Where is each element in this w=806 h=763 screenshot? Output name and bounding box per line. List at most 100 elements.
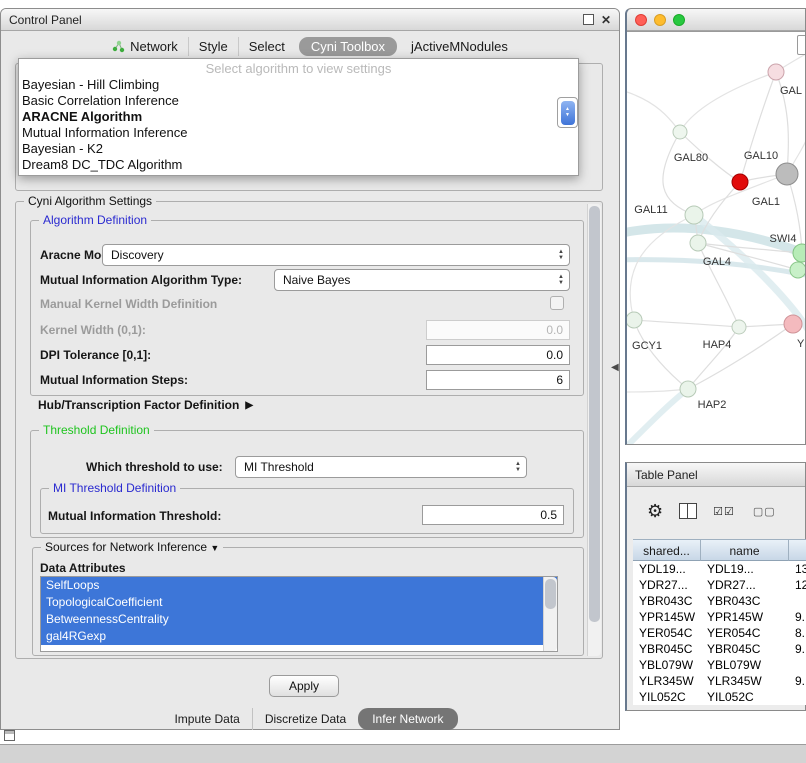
settings-group-title: Cyni Algorithm Settings <box>24 194 156 208</box>
node-gal4[interactable] <box>690 235 706 251</box>
table-row[interactable]: YBR045C YBR045C 9. <box>633 641 806 657</box>
close-icon[interactable]: ✕ <box>601 14 611 26</box>
mi-type-value: Naive Bayes <box>283 273 350 287</box>
which-threshold-value: MI Threshold <box>244 460 314 474</box>
network-window-titlebar[interactable] <box>627 9 805 31</box>
settings-scrollbar[interactable] <box>587 204 601 656</box>
cell: YBR045C <box>701 641 789 657</box>
node-label: HAP2 <box>698 399 727 411</box>
kernel-width-label: Kernel Width (0,1): <box>40 322 146 338</box>
algorithm-combo-stepper[interactable]: ▲▼ <box>557 97 578 128</box>
close-button[interactable] <box>635 14 647 26</box>
menu-item[interactable]: Basic Correlation Inference <box>19 93 578 109</box>
menu-item[interactable]: Mutual Information Inference <box>19 125 578 141</box>
node-mid[interactable] <box>732 320 746 334</box>
network-canvas[interactable]: GAL GAL80 GAL10 GAL11 GAL1 SWI4 GAL4 GCY… <box>627 31 805 444</box>
select-all-checkboxes-icon[interactable]: ☑☑ <box>713 505 735 518</box>
algorithm-placeholder: Select algorithm to view settings <box>19 61 578 77</box>
column-header[interactable]: shared... <box>633 539 701 561</box>
aracne-mode-combo[interactable]: Discovery ▲▼ <box>102 244 570 266</box>
manual-kernel-checkbox[interactable] <box>550 296 564 310</box>
menu-item[interactable]: Dream8 DC_TDC Algorithm <box>19 157 578 173</box>
node-gcy1[interactable] <box>627 312 642 328</box>
column-header[interactable] <box>789 539 806 561</box>
attributes-scrollbar-thumb[interactable] <box>545 579 556 609</box>
node-gal11[interactable] <box>685 206 703 224</box>
node-gray[interactable] <box>776 163 798 185</box>
tab-label: Network <box>130 39 178 54</box>
docked-window-icon[interactable] <box>4 730 15 741</box>
cell: YPR145W <box>633 609 701 625</box>
tab-cyni-toolbox[interactable]: Cyni Toolbox <box>299 37 397 56</box>
list-item[interactable]: gal4RGexp <box>41 628 557 645</box>
cell: YDL19... <box>701 561 789 577</box>
tab-jactivemnodules[interactable]: jActiveMNodules <box>401 37 518 56</box>
menu-item[interactable]: Bayesian - K2 <box>19 141 578 157</box>
list-item[interactable]: TopologicalCoefficient <box>41 594 557 611</box>
node-gal80[interactable] <box>673 125 687 139</box>
node-label: SWI4 <box>770 233 797 245</box>
attributes-scrollbar[interactable] <box>543 577 557 651</box>
settings-scrollbar-thumb[interactable] <box>589 206 600 622</box>
menu-item-selected[interactable]: ARACNE Algorithm <box>19 109 578 125</box>
network-toolbar-fragment[interactable] <box>797 35 805 55</box>
cell: 9. <box>789 609 806 625</box>
table-row[interactable]: YBL079W YBL079W <box>633 657 806 673</box>
algorithm-definition-title: Algorithm Definition <box>39 213 151 227</box>
which-threshold-label: Which threshold to use: <box>86 459 223 475</box>
kernel-width-field[interactable]: 0.0 <box>426 320 570 340</box>
sources-title-text: Sources for Network Inference <box>45 540 207 554</box>
node-hap2[interactable] <box>680 381 696 397</box>
dpi-tolerance-label: DPI Tolerance [0,1]: <box>40 347 151 363</box>
table-panel-titlebar[interactable]: Table Panel <box>627 463 805 487</box>
cell <box>789 689 806 705</box>
minimize-button[interactable] <box>654 14 666 26</box>
sources-group-title[interactable]: Sources for Network Inference ▼ <box>41 540 223 554</box>
dpi-tolerance-field[interactable]: 0.0 <box>426 345 570 365</box>
column-header[interactable]: name <box>701 539 789 561</box>
bottom-tab-bar: Impute Data Discretize Data Infer Networ… <box>1 708 619 730</box>
split-divider-arrow-icon[interactable]: ◀ <box>611 362 619 373</box>
tab-discretize-data[interactable]: Discretize Data <box>252 708 358 730</box>
apply-button[interactable]: Apply <box>269 675 339 697</box>
mi-threshold-field[interactable]: 0.5 <box>422 505 564 525</box>
cell: YER054C <box>701 625 789 641</box>
tab-style[interactable]: Style <box>188 37 238 56</box>
float-window-icon[interactable] <box>583 14 594 25</box>
zoom-button[interactable] <box>673 14 685 26</box>
table-row[interactable]: YLR345W YLR345W 9. <box>633 673 806 689</box>
gear-icon[interactable]: ⚙ <box>647 501 663 522</box>
tab-infer-network[interactable]: Infer Network <box>358 708 457 730</box>
table-row[interactable]: YDR27... YDR27... 12 <box>633 577 806 593</box>
control-panel-titlebar[interactable]: Control Panel ✕ <box>1 9 619 31</box>
table-row[interactable]: YIL052C YIL052C <box>633 689 806 705</box>
table-row[interactable]: YPR145W YPR145W 9. <box>633 609 806 625</box>
list-item[interactable]: SelfLoops <box>41 577 557 594</box>
tab-impute-data[interactable]: Impute Data <box>162 708 251 730</box>
node-hap4-pink[interactable] <box>784 315 802 333</box>
which-threshold-combo[interactable]: MI Threshold ▲▼ <box>235 456 527 478</box>
table-row[interactable]: YDL19... YDL19... 13 <box>633 561 806 577</box>
table-row[interactable]: YBR043C YBR043C <box>633 593 806 609</box>
tab-select[interactable]: Select <box>238 37 295 56</box>
mi-steps-field[interactable]: 6 <box>426 370 570 390</box>
node-gal10-red[interactable] <box>732 174 748 190</box>
tab-network[interactable]: Network <box>102 37 188 56</box>
columns-icon[interactable] <box>679 503 697 519</box>
cyni-algorithm-settings-group: Cyni Algorithm Settings Algorithm Defini… <box>15 201 603 659</box>
hub-definition-expander[interactable]: Hub/Transcription Factor Definition ▶ <box>38 398 253 412</box>
combo-stepper-icon: ▲▼ <box>558 245 564 265</box>
node-label: GAL80 <box>674 152 708 164</box>
data-attributes-list[interactable]: SelfLoops TopologicalCoefficient Between… <box>40 576 558 652</box>
mi-type-combo[interactable]: Naive Bayes ▲▼ <box>274 269 570 291</box>
menu-item[interactable]: Bayesian - Hill Climbing <box>19 77 578 93</box>
list-item[interactable]: BetweennessCentrality <box>41 611 557 628</box>
node-green-right[interactable] <box>790 262 805 278</box>
deselect-checkboxes-icon[interactable]: ▢▢ <box>753 505 776 518</box>
network-edges <box>627 52 805 444</box>
table-panel-title: Table Panel <box>635 468 698 482</box>
node-pink-top[interactable] <box>768 64 784 80</box>
cell: 12 <box>789 577 806 593</box>
table-row[interactable]: YER054C YER054C 8. <box>633 625 806 641</box>
cell: YDR27... <box>633 577 701 593</box>
